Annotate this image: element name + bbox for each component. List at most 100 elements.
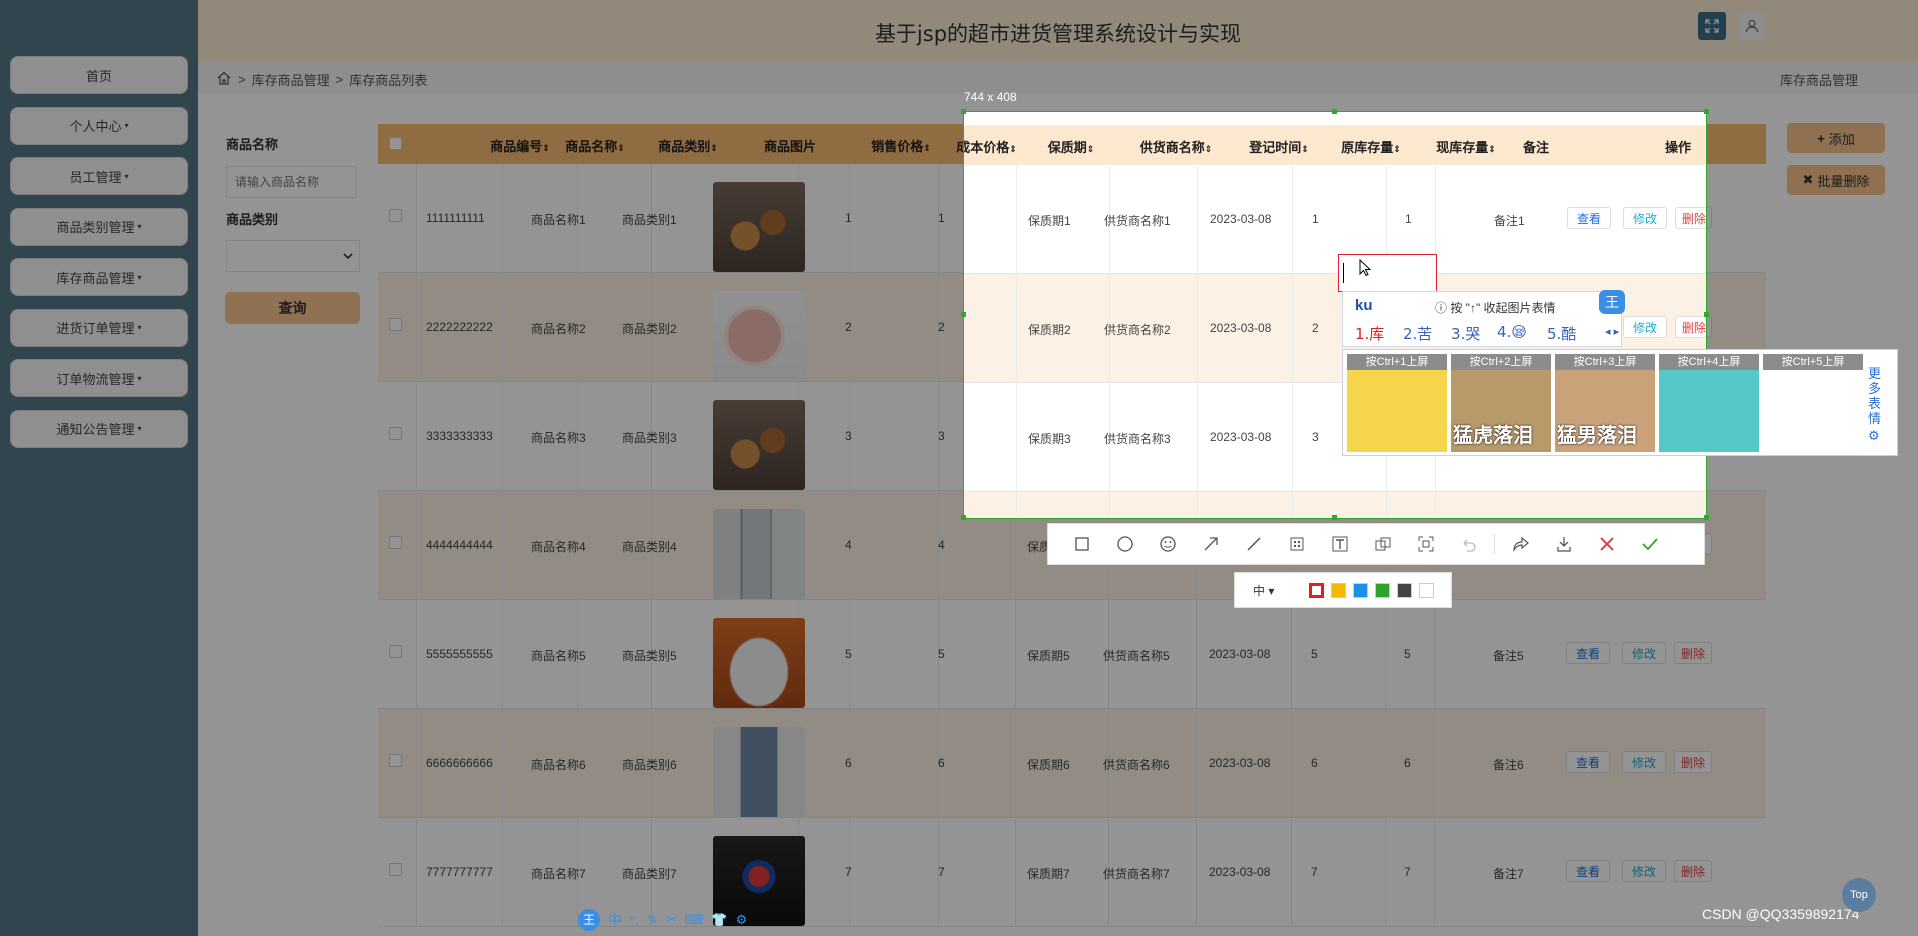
resize-handle[interactable]: [961, 515, 966, 520]
scissors-icon[interactable]: ✂: [666, 912, 677, 928]
ime-candidate[interactable]: 5.酷: [1547, 323, 1576, 344]
home-icon[interactable]: [216, 71, 232, 88]
delete-button[interactable]: 删除: [1674, 751, 1712, 773]
column-header[interactable]: 成本价格⇕: [964, 137, 1017, 156]
skin-icon[interactable]: 👕: [711, 912, 727, 928]
sidebar-item[interactable]: 商品类别管理 ▾: [10, 207, 188, 246]
undo-icon[interactable]: [1447, 523, 1490, 565]
line-icon[interactable]: [1232, 523, 1275, 565]
row-checkbox[interactable]: [389, 318, 402, 331]
sidebar-item[interactable]: 首页: [10, 56, 188, 94]
chinese-mode-icon[interactable]: 中: [608, 910, 622, 930]
edit-button[interactable]: 修改: [1622, 860, 1666, 882]
emoji-icon[interactable]: [1146, 523, 1189, 565]
resize-handle[interactable]: [1332, 515, 1337, 520]
emoji-sticker[interactable]: 按Ctrl+5上屏: [1763, 354, 1863, 452]
emoji-sticker[interactable]: 按Ctrl+1上屏: [1347, 354, 1447, 452]
resize-handle[interactable]: [1704, 515, 1709, 520]
ocr-icon[interactable]: [1404, 523, 1447, 565]
column-header[interactable]: 供货商名称⇕: [1140, 137, 1213, 156]
back-to-top-button[interactable]: Top: [1842, 878, 1876, 912]
delete-button[interactable]: 删除: [1674, 642, 1712, 664]
delete-button[interactable]: 删除: [1674, 860, 1712, 882]
resize-handle[interactable]: [961, 312, 966, 317]
color-swatch[interactable]: [1419, 582, 1434, 598]
resize-handle[interactable]: [961, 109, 966, 114]
save-icon[interactable]: [1542, 523, 1585, 565]
breadcrumb-level1[interactable]: 库存商品管理: [252, 70, 330, 89]
edit-button[interactable]: 修改: [1622, 642, 1666, 664]
emoji-sticker[interactable]: 按Ctrl+2上屏 猛虎落泪: [1451, 354, 1551, 452]
column-header[interactable]: 保质期⇕: [1048, 137, 1095, 156]
ime-candidate[interactable]: 2.苦: [1403, 323, 1432, 344]
ime-candidate[interactable]: 1.库: [1355, 323, 1384, 344]
sidebar-item[interactable]: 个人中心 ▾: [10, 106, 188, 145]
product-name-input[interactable]: [226, 166, 356, 198]
ime-candidate[interactable]: 3.哭: [1451, 323, 1480, 344]
edit-button[interactable]: 修改: [1622, 751, 1666, 773]
fullscreen-icon[interactable]: [1698, 12, 1726, 40]
view-button[interactable]: 查看: [1566, 642, 1610, 664]
view-button[interactable]: 查看: [1567, 207, 1611, 229]
column-header[interactable]: 商品名称⇕: [565, 136, 625, 155]
next-page-icon[interactable]: ◂ ▸: [1605, 325, 1619, 338]
cancel-icon[interactable]: [1585, 523, 1628, 565]
keyboard-icon[interactable]: ⌨: [685, 912, 704, 928]
delete-button[interactable]: 删除: [1675, 207, 1706, 229]
text-annotation-box[interactable]: [1338, 254, 1437, 292]
ime-logo-icon[interactable]: 王: [578, 909, 600, 931]
text-icon[interactable]: [1318, 523, 1361, 565]
color-swatch[interactable]: [1375, 582, 1390, 598]
delete-button[interactable]: 删除: [1675, 316, 1706, 338]
row-checkbox[interactable]: [389, 645, 402, 658]
column-header[interactable]: 商品类别⇕: [658, 136, 718, 155]
add-button[interactable]: + 添加: [1787, 123, 1885, 153]
view-button[interactable]: 查看: [1566, 751, 1610, 773]
view-button[interactable]: 查看: [1566, 860, 1610, 882]
column-header[interactable]: 现库存量⇕: [1436, 137, 1496, 156]
font-size-select[interactable]: 中 ▾: [1253, 582, 1297, 599]
resize-handle[interactable]: [1704, 109, 1709, 114]
row-checkbox[interactable]: [389, 427, 402, 440]
punctuation-icon[interactable]: °,: [630, 913, 639, 928]
emoji-sticker[interactable]: 按Ctrl+3上屏 猛男落泪: [1555, 354, 1655, 452]
settings-icon[interactable]: ⚙: [736, 912, 748, 928]
mosaic-icon[interactable]: [1275, 523, 1318, 565]
column-header[interactable]: 销售价格⇕: [871, 136, 931, 155]
row-checkbox[interactable]: [389, 536, 402, 549]
edit-button[interactable]: 修改: [1623, 316, 1667, 338]
query-button[interactable]: 查询: [225, 292, 360, 324]
column-header[interactable]: 登记时间⇕: [1249, 137, 1309, 156]
more-emoji-link[interactable]: 更多表情 ⚙: [1868, 366, 1882, 443]
ime-candidate[interactable]: 4.😪: [1497, 323, 1527, 341]
sidebar-item[interactable]: 库存商品管理 ▾: [10, 258, 188, 296]
select-all-checkbox[interactable]: [389, 137, 402, 150]
color-swatch[interactable]: [1309, 582, 1324, 598]
edit-button[interactable]: 修改: [1623, 207, 1667, 229]
ellipse-icon[interactable]: [1103, 523, 1146, 565]
user-icon[interactable]: [1738, 12, 1766, 40]
pin-icon[interactable]: [1361, 523, 1404, 565]
color-swatch[interactable]: [1397, 582, 1412, 598]
column-header[interactable]: 商品编号⇕: [490, 136, 550, 155]
resize-handle[interactable]: [1704, 312, 1709, 317]
batch-delete-button[interactable]: ✖ 批量删除: [1787, 165, 1885, 195]
arrow-icon[interactable]: [1189, 523, 1232, 565]
sidebar-item[interactable]: 进货订单管理 ▾: [10, 308, 188, 347]
sidebar-item[interactable]: 订单物流管理 ▾: [10, 359, 188, 397]
confirm-icon[interactable]: [1628, 523, 1671, 565]
category-select[interactable]: [226, 240, 360, 272]
settings-icon[interactable]: ⚙: [1868, 428, 1882, 443]
share-icon[interactable]: [1499, 523, 1542, 565]
resize-handle[interactable]: [1332, 109, 1337, 114]
emoji-sticker[interactable]: 按Ctrl+4上屏: [1659, 354, 1759, 452]
column-header[interactable]: 原库存量⇕: [1341, 137, 1401, 156]
color-swatch[interactable]: [1353, 582, 1368, 598]
row-checkbox[interactable]: [389, 754, 402, 767]
row-checkbox[interactable]: [389, 209, 402, 222]
rectangle-icon[interactable]: [1060, 523, 1103, 565]
sidebar-item[interactable]: 员工管理 ▾: [10, 157, 188, 195]
row-checkbox[interactable]: [389, 863, 402, 876]
sidebar-item[interactable]: 通知公告管理 ▾: [10, 409, 188, 448]
handwrite-icon[interactable]: ✎: [647, 912, 658, 928]
